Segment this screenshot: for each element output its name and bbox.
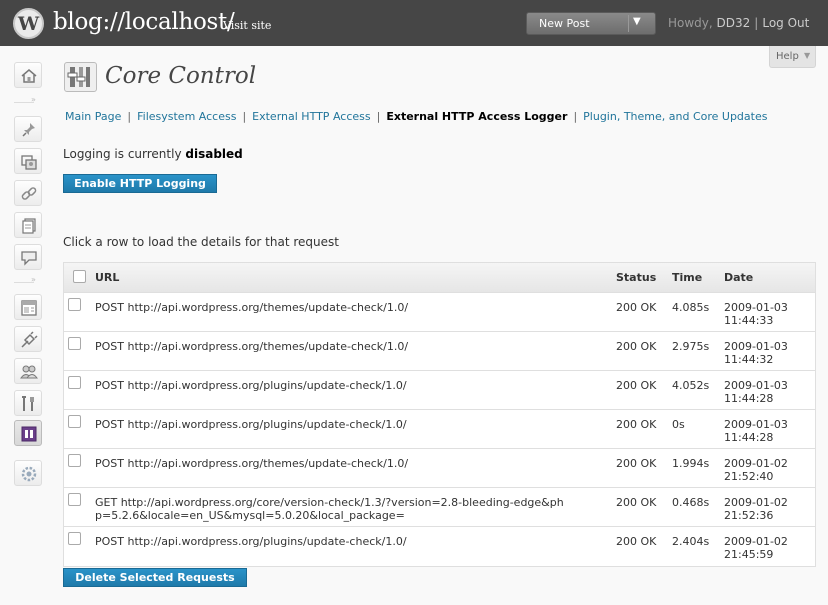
row-checkbox[interactable] bbox=[68, 376, 81, 389]
request-url: GET http://api.wordpress.org/core/versio… bbox=[95, 496, 564, 522]
tab-filesystem-access[interactable]: Filesystem Access bbox=[137, 110, 236, 123]
tools-icon[interactable] bbox=[14, 390, 42, 416]
triangle-down-icon: ▼ bbox=[804, 51, 811, 60]
table-header: URL Status Time Date bbox=[64, 263, 815, 293]
tab-separator: | bbox=[127, 110, 132, 123]
page-title: Core Control bbox=[105, 63, 257, 89]
table-instructions: Click a row to load the details for that… bbox=[63, 235, 339, 249]
pin-icon[interactable] bbox=[14, 116, 42, 142]
menu-separator[interactable]: » bbox=[14, 95, 42, 106]
comments-icon[interactable] bbox=[14, 244, 42, 270]
request-time: 2.404s bbox=[672, 535, 710, 548]
plugins-icon[interactable] bbox=[14, 326, 42, 352]
request-url: POST http://api.wordpress.org/themes/upd… bbox=[95, 301, 409, 314]
request-date: 2009-01-03 11:44:28 bbox=[724, 379, 788, 405]
tab-separator: | bbox=[242, 110, 247, 123]
request-date: 2009-01-03 11:44:32 bbox=[724, 340, 788, 366]
table-row[interactable]: POST http://api.wordpress.org/plugins/up… bbox=[64, 371, 815, 410]
request-time: 4.052s bbox=[672, 379, 710, 392]
table-row[interactable]: POST http://api.wordpress.org/themes/upd… bbox=[64, 293, 815, 332]
appearance-icon[interactable] bbox=[14, 294, 42, 320]
request-time: 0s bbox=[672, 418, 685, 431]
request-time: 2.975s bbox=[672, 340, 710, 353]
wordpress-logo-icon[interactable]: W bbox=[13, 8, 44, 39]
core-control-icon[interactable] bbox=[14, 420, 42, 446]
request-status: 200 OK bbox=[616, 379, 657, 392]
enable-http-logging-button[interactable]: Enable HTTP Logging bbox=[63, 174, 217, 193]
logging-status: Logging is currently disabled bbox=[63, 147, 243, 161]
request-time: 4.085s bbox=[672, 301, 710, 314]
module-tabs: Main Page | Filesystem Access | External HTT… bbox=[65, 110, 767, 123]
tab-external-http-access-logger[interactable]: External HTTP Access Logger bbox=[386, 110, 567, 123]
row-checkbox[interactable] bbox=[68, 454, 81, 467]
user-link[interactable]: DD32 bbox=[717, 16, 751, 30]
new-post-label[interactable]: New Post bbox=[539, 17, 590, 30]
help-label[interactable]: Help bbox=[776, 51, 799, 62]
request-url: POST http://api.wordpress.org/plugins/up… bbox=[95, 379, 407, 392]
row-checkbox[interactable] bbox=[68, 493, 81, 506]
column-header-date[interactable]: Date bbox=[724, 271, 753, 284]
table-row[interactable]: GET http://api.wordpress.org/core/versio… bbox=[64, 488, 815, 527]
request-date: 2009-01-03 11:44:28 bbox=[724, 418, 788, 444]
http-log-table: URL Status Time Date POST http://api.wor… bbox=[63, 262, 816, 567]
site-title[interactable]: blog://localhost/ bbox=[53, 9, 235, 35]
pages-icon[interactable] bbox=[14, 212, 42, 238]
new-post-dropdown[interactable]: New Post ▼ bbox=[526, 12, 656, 35]
request-status: 200 OK bbox=[616, 418, 657, 431]
request-time: 1.994s bbox=[672, 457, 710, 470]
request-url: POST http://api.wordpress.org/plugins/up… bbox=[95, 535, 407, 548]
request-status: 200 OK bbox=[616, 535, 657, 548]
request-status: 200 OK bbox=[616, 301, 657, 314]
select-all-checkbox[interactable] bbox=[73, 270, 86, 283]
table-row[interactable]: POST http://api.wordpress.org/themes/upd… bbox=[64, 449, 815, 488]
howdy-prefix: Howdy, bbox=[668, 16, 713, 30]
links-icon[interactable] bbox=[14, 180, 42, 206]
admin-header: W blog://localhost/ Visit site New Post … bbox=[0, 0, 828, 46]
core-control-page-icon bbox=[64, 62, 97, 92]
visit-site-link[interactable]: Visit site bbox=[223, 19, 271, 32]
logging-state: disabled bbox=[185, 147, 243, 161]
user-info: Howdy, DD32 | Log Out bbox=[668, 16, 809, 30]
row-checkbox[interactable] bbox=[68, 415, 81, 428]
users-icon[interactable] bbox=[14, 358, 42, 384]
dashboard-icon[interactable] bbox=[14, 62, 42, 88]
row-checkbox[interactable] bbox=[68, 298, 81, 311]
column-header-url[interactable]: URL bbox=[95, 271, 119, 284]
request-url: POST http://api.wordpress.org/themes/upd… bbox=[95, 340, 409, 353]
row-checkbox[interactable] bbox=[68, 337, 81, 350]
tab-plugin-theme-core-updates[interactable]: Plugin, Theme, and Core Updates bbox=[583, 110, 767, 123]
table-row[interactable]: POST http://api.wordpress.org/plugins/up… bbox=[64, 527, 815, 566]
tab-separator: | bbox=[573, 110, 578, 123]
triangle-down-icon[interactable]: ▼ bbox=[633, 16, 641, 27]
request-date: 2009-01-02 21:52:40 bbox=[724, 457, 788, 483]
request-date: 2009-01-03 11:44:33 bbox=[724, 301, 788, 327]
menu-separator[interactable]: » bbox=[14, 275, 42, 286]
help-tab[interactable]: Help ▼ bbox=[769, 46, 816, 68]
request-status: 200 OK bbox=[616, 496, 657, 509]
request-date: 2009-01-02 21:52:36 bbox=[724, 496, 788, 522]
table-row[interactable]: POST http://api.wordpress.org/themes/upd… bbox=[64, 332, 815, 371]
request-time: 0.468s bbox=[672, 496, 710, 509]
request-url: POST http://api.wordpress.org/plugins/up… bbox=[95, 418, 407, 431]
table-row[interactable]: POST http://api.wordpress.org/plugins/up… bbox=[64, 410, 815, 449]
logging-status-prefix: Logging is currently bbox=[63, 147, 182, 161]
settings-icon[interactable] bbox=[14, 460, 42, 486]
tab-separator: | bbox=[376, 110, 381, 123]
row-checkbox[interactable] bbox=[68, 532, 81, 545]
column-header-time[interactable]: Time bbox=[672, 271, 702, 284]
logout-link[interactable]: Log Out bbox=[762, 16, 809, 30]
tab-main-page[interactable]: Main Page bbox=[65, 110, 121, 123]
request-status: 200 OK bbox=[616, 457, 657, 470]
header-separator: | bbox=[754, 16, 759, 30]
request-url: POST http://api.wordpress.org/themes/upd… bbox=[95, 457, 409, 470]
column-header-status[interactable]: Status bbox=[616, 271, 656, 284]
request-status: 200 OK bbox=[616, 340, 657, 353]
media-icon[interactable] bbox=[14, 148, 42, 174]
request-date: 2009-01-02 21:45:59 bbox=[724, 535, 788, 561]
tab-external-http-access[interactable]: External HTTP Access bbox=[252, 110, 370, 123]
dropdown-divider bbox=[628, 15, 629, 32]
delete-selected-requests-button[interactable]: Delete Selected Requests bbox=[63, 568, 247, 587]
